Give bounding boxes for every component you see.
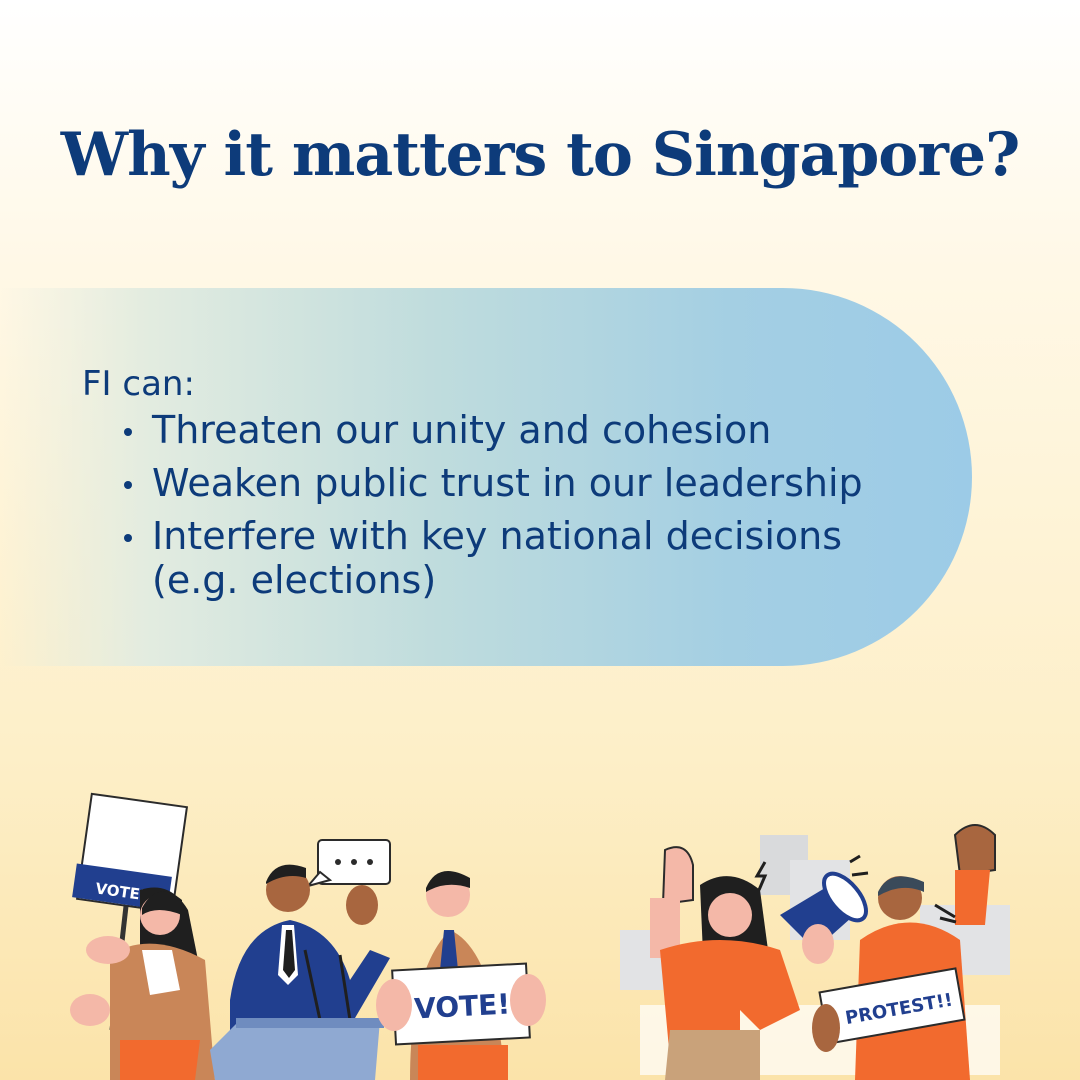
election-illustration: VOTE! VOTE! xyxy=(70,792,546,1080)
vote-sign-text-2: VOTE! xyxy=(413,987,511,1025)
illustration-scene: VOTE! VOTE! PROTEST!! xyxy=(70,792,1010,1080)
protest-illustration: PROTEST!! xyxy=(620,824,1010,1080)
man-with-vote-sign: VOTE! xyxy=(376,870,546,1080)
speaker-at-podium xyxy=(210,839,391,1080)
woman-with-placard: VOTE! xyxy=(70,792,215,1080)
